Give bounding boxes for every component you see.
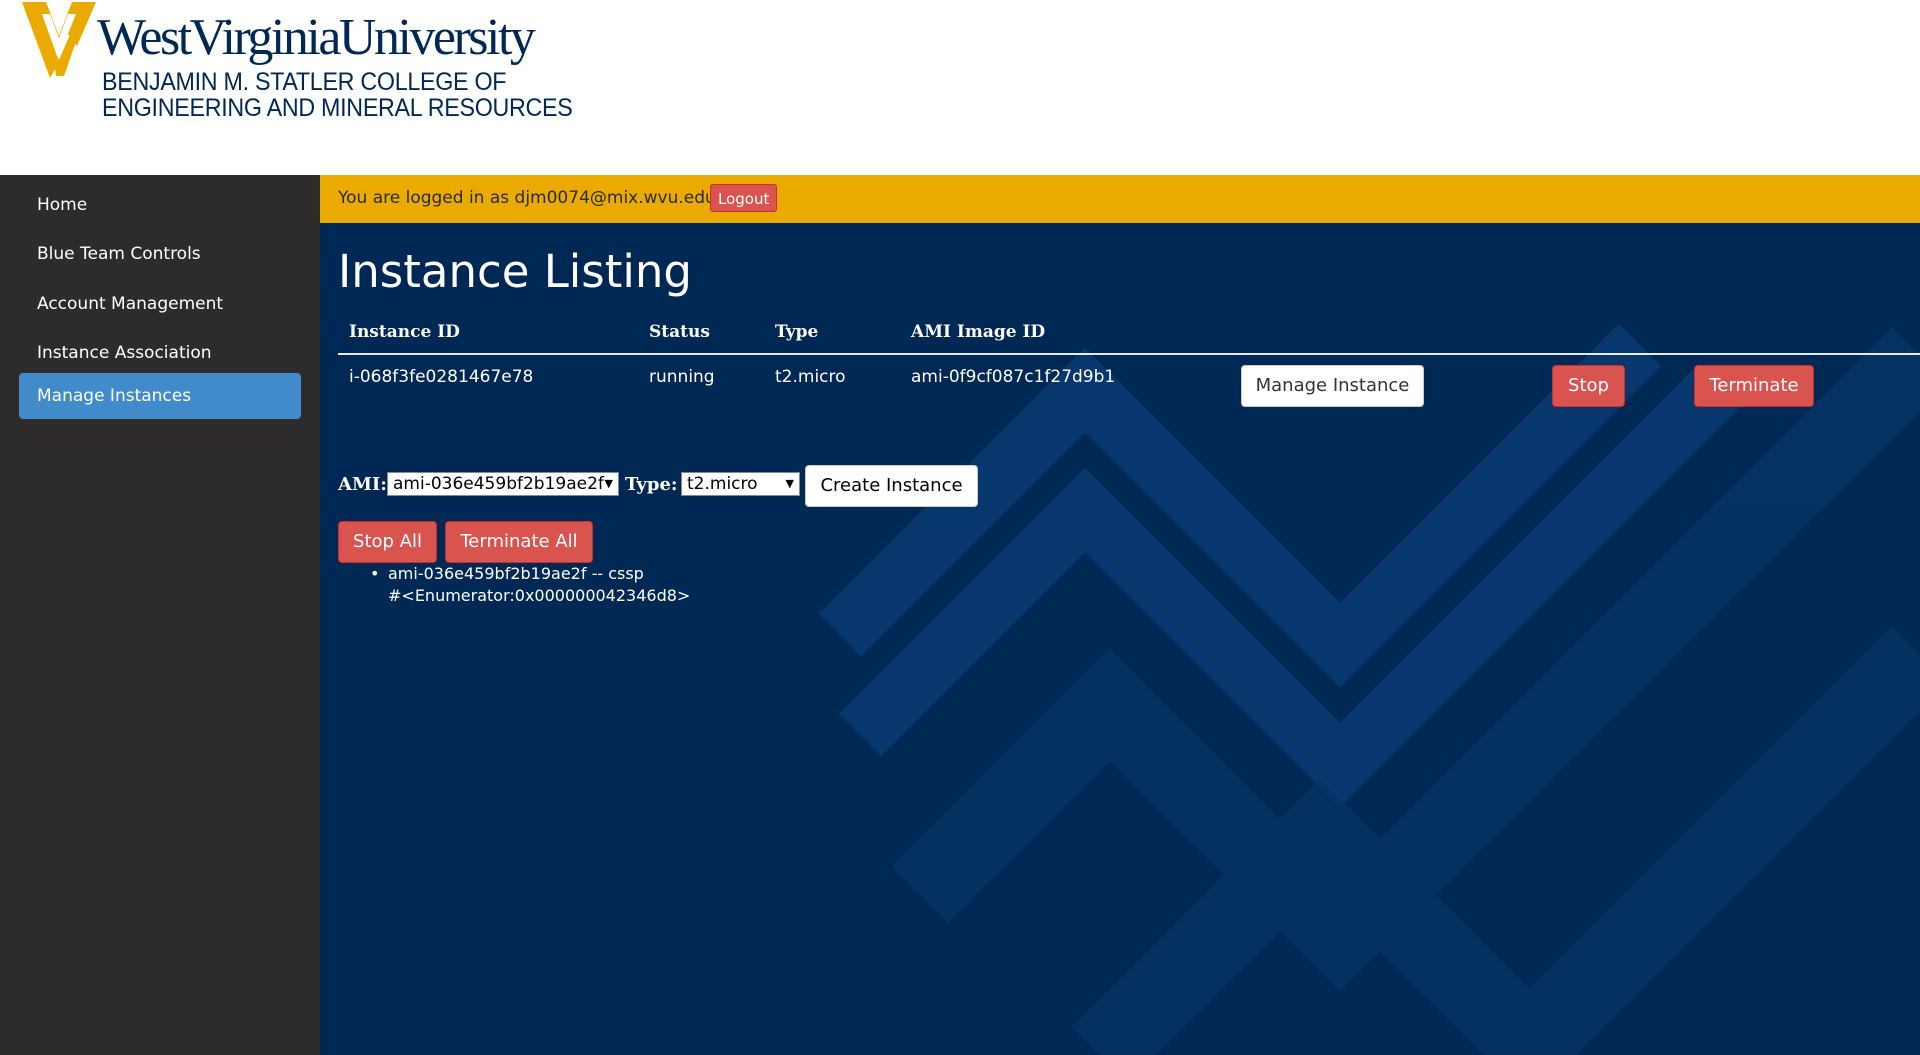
ami-list-item-line1: ami-036e459bf2b19ae2f -- cssp — [388, 564, 644, 583]
sidebar-nav: Home Blue Team Controls Account Manageme… — [0, 175, 320, 1055]
column-header-type: Type — [775, 322, 819, 342]
page-header: WestVirginiaUniversity BENJAMIN M. STATL… — [0, 0, 1920, 175]
bullet-icon: • — [370, 564, 380, 583]
college-name-line2: ENGINEERING AND MINERAL RESOURCES — [102, 94, 573, 122]
logged-in-text: You are logged in as djm0074@mix.wvu.edu — [338, 188, 716, 208]
ami-label: AMI: — [338, 474, 387, 495]
ami-select[interactable]: ami-036e459bf2b19ae2f ▼ — [387, 472, 619, 496]
stop-button[interactable]: Stop — [1552, 365, 1625, 407]
main-content: You are logged in as djm0074@mix.wvu.edu… — [320, 175, 1920, 1055]
type-label: Type: — [625, 474, 678, 495]
terminate-button[interactable]: Terminate — [1694, 365, 1814, 407]
instance-id-cell: i-068f3fe0281467e78 — [349, 367, 534, 387]
sidebar-item-manage-instances[interactable]: Manage Instances — [19, 373, 301, 419]
status-cell: running — [649, 367, 715, 387]
type-select-value: t2.micro — [687, 474, 758, 494]
sidebar-item-account-management[interactable]: Account Management — [19, 281, 301, 327]
page-title: Instance Listing — [338, 245, 692, 298]
college-name-line1: BENJAMIN M. STATLER COLLEGE OF — [102, 68, 507, 96]
stop-all-button[interactable]: Stop All — [338, 521, 437, 563]
column-header-ami-image-id: AMI Image ID — [911, 322, 1046, 342]
sidebar-item-blue-team-controls[interactable]: Blue Team Controls — [19, 231, 301, 277]
ami-list-item: • ami-036e459bf2b19ae2f -- cssp #<Enumer… — [370, 563, 691, 607]
university-name: WestVirginiaUniversity — [97, 9, 536, 66]
type-cell: t2.micro — [775, 367, 846, 387]
table-divider — [338, 353, 1920, 355]
background-chevron-pattern — [818, 323, 1920, 1055]
sidebar-item-home[interactable]: Home — [19, 182, 301, 228]
dropdown-arrow-icon: ▼ — [785, 477, 794, 490]
create-instance-button[interactable]: Create Instance — [805, 465, 978, 507]
dropdown-arrow-icon: ▼ — [604, 477, 613, 490]
terminate-all-button[interactable]: Terminate All — [445, 521, 593, 563]
ami-cell: ami-0f9cf087c1f27d9b1 — [911, 367, 1116, 387]
sidebar-item-instance-association[interactable]: Instance Association — [19, 330, 301, 376]
ami-list-item-line2: #<Enumerator:0x000000042346d8> — [388, 586, 691, 605]
type-select[interactable]: t2.micro ▼ — [681, 472, 800, 496]
manage-instance-button[interactable]: Manage Instance — [1241, 365, 1424, 407]
ami-select-value: ami-036e459bf2b19ae2f — [393, 474, 604, 494]
logout-button[interactable]: Logout — [710, 184, 778, 212]
column-header-instance-id: Instance ID — [349, 322, 460, 342]
column-header-status: Status — [649, 322, 710, 342]
wvu-flying-wv-logo — [22, 0, 96, 78]
login-status-bar: You are logged in as djm0074@mix.wvu.edu… — [320, 175, 1920, 223]
